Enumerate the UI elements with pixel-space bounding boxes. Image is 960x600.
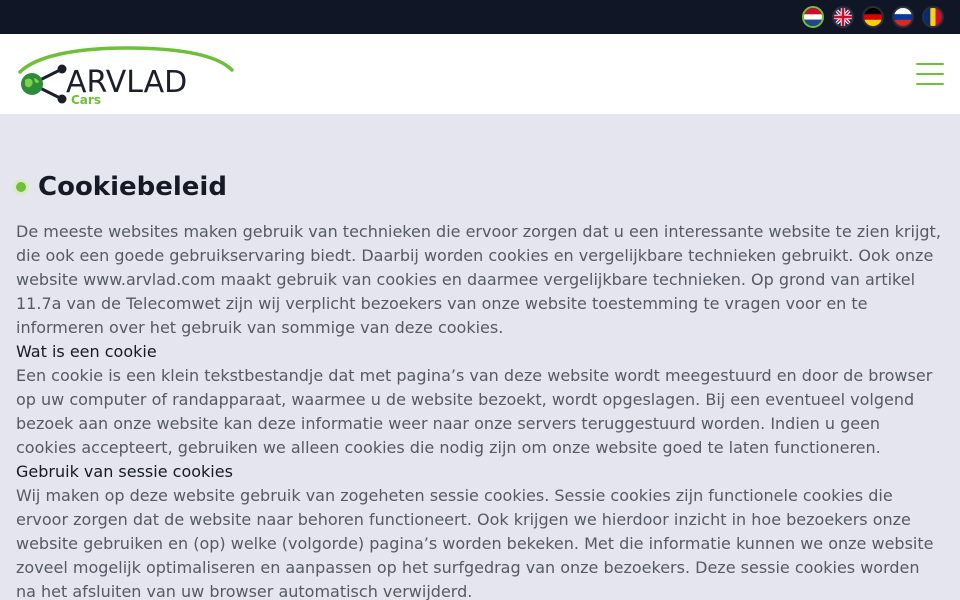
ro-flag-icon[interactable] [922, 6, 944, 28]
title-bullet-icon [16, 182, 26, 192]
globe-share-icon [21, 64, 67, 104]
site-header: ARVLAD Cars [0, 34, 960, 114]
brand-sub: Cars [71, 93, 101, 106]
top-bar [0, 0, 960, 34]
de-flag-icon[interactable] [862, 6, 884, 28]
section-heading-session: Gebruik van sessie cookies [16, 462, 233, 481]
gb-flag-icon[interactable] [832, 6, 854, 28]
title-row: Cookiebeleid [16, 170, 944, 204]
page-title: Cookiebeleid [38, 172, 227, 202]
nl-flag-icon[interactable] [802, 6, 824, 28]
main-content: Cookiebeleid De meeste websites maken ge… [0, 114, 960, 600]
menu-icon[interactable] [916, 63, 944, 85]
section-text-cookie: Een cookie is een klein tekstbestandje d… [16, 366, 933, 457]
section-heading-cookie: Wat is een cookie [16, 342, 157, 361]
intro-paragraph: De meeste websites maken gebruik van tec… [16, 222, 941, 337]
ru-flag-icon[interactable] [892, 6, 914, 28]
section-text-session: Wij maken op deze website gebruik van zo… [16, 486, 934, 600]
brand-logo[interactable]: ARVLAD Cars [16, 42, 236, 106]
